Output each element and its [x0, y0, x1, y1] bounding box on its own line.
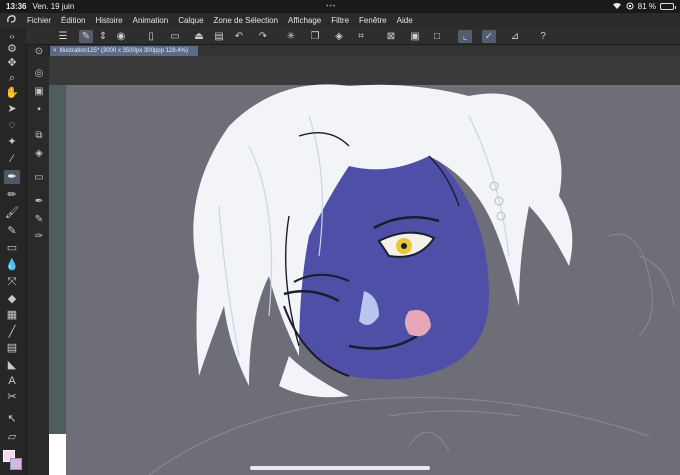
date: Ven. 19 juin — [32, 2, 75, 11]
new-file-icon[interactable]: ▯ — [144, 30, 158, 43]
transparent-color-icon[interactable]: ▱ — [4, 430, 20, 444]
document-tab-title: Illustration125* (3000 x 3500px 300ppp 1… — [59, 48, 188, 54]
multitasking-dots[interactable]: ••• — [326, 3, 336, 10]
close-tab-icon[interactable]: × — [53, 48, 57, 54]
subtool-settings-icon[interactable]: ⊙ — [31, 45, 47, 59]
eye-view-icon[interactable]: ◉ — [114, 30, 128, 43]
fill-bucket-icon[interactable]: ◆ — [4, 292, 20, 306]
document-tab-strip: × Illustration125* (3000 x 3500px 300ppp … — [50, 45, 680, 56]
selection-border-icon[interactable]: □ — [430, 30, 444, 43]
menu-histoire[interactable]: Histoire — [90, 16, 127, 25]
transform-icon[interactable]: ⤧ — [4, 275, 20, 289]
move-icon[interactable]: ✥ — [4, 56, 20, 70]
stepper-icon[interactable]: ⇕ — [96, 30, 110, 43]
frame-icon[interactable]: ▤ — [4, 341, 20, 355]
brush-icon[interactable]: 🖌 — [4, 206, 20, 220]
hand-icon[interactable]: ✋ — [4, 86, 20, 100]
perspective-ruler-icon[interactable]: ⊿ — [508, 30, 522, 43]
subtool-pen-b-icon[interactable]: ✎ — [31, 213, 47, 227]
lasso-icon[interactable]: ◌ — [4, 118, 20, 132]
undo-icon[interactable]: ↶ — [232, 30, 246, 43]
battery-icon — [660, 3, 676, 10]
balloon-icon[interactable]: ◣ — [4, 358, 20, 372]
blend-icon[interactable]: 💧 — [4, 258, 20, 272]
fill-icon[interactable]: ◈ — [332, 30, 346, 43]
menu-edition[interactable]: Édition — [56, 16, 90, 25]
menu-affichage[interactable]: Affichage — [283, 16, 326, 25]
text-icon[interactable]: A — [4, 374, 20, 388]
help-icon[interactable]: ? — [536, 30, 550, 43]
command-bar: ☰ ✎ ⇕ ◉ ▯ ▭ ⏏ ▤ ↶ ↷ ✳ ❐ ◈ ⌗ ⊠ ▣ □ ⌞ ✓ ⊿ … — [0, 28, 680, 45]
stroke-snap-icon[interactable]: ✓ — [482, 30, 496, 43]
save-icon[interactable]: ⏏ — [192, 30, 206, 43]
pen-tool-icon[interactable]: ✒ — [4, 170, 20, 184]
magic-wand-icon[interactable]: ✦ — [4, 135, 20, 149]
illustration — [148, 84, 675, 475]
clear-selection-icon[interactable]: ⊠ — [384, 30, 398, 43]
subtool-palette: ⊙ ◎ ▣ ▪ ⧉ ◈ ▭ ✒ ✎ ✑ — [26, 45, 49, 475]
menu-fichier[interactable]: Fichier — [22, 16, 56, 25]
gradient-icon[interactable]: ▦ — [4, 308, 20, 322]
battery-percent: 81 % — [637, 2, 656, 11]
document-tab[interactable]: × Illustration125* (3000 x 3500px 300ppp … — [50, 46, 198, 56]
ruler-snap-icon[interactable]: ⌞ — [458, 30, 472, 43]
wifi-icon — [612, 2, 622, 12]
edit-pen-icon[interactable]: ✎ — [79, 30, 93, 43]
redo-icon[interactable]: ↷ — [256, 30, 270, 43]
menu-bar: Fichier Édition Histoire Animation Calqu… — [0, 13, 680, 28]
hamburger-menu-icon[interactable]: ☰ — [56, 30, 70, 43]
settings-gear-icon[interactable]: ⚙ — [4, 42, 20, 56]
menu-calque[interactable]: Calque — [173, 16, 208, 25]
crop-icon[interactable]: ⌗ — [354, 30, 368, 43]
pencil-icon[interactable]: ✏ — [4, 188, 20, 202]
export-icon[interactable]: ▤ — [212, 30, 226, 43]
subtool-pen-c-icon[interactable]: ✑ — [31, 230, 47, 244]
spinner-icon[interactable]: ✳ — [284, 30, 298, 43]
rotation-lock-icon — [626, 2, 634, 12]
clock: 13:36 — [6, 2, 27, 11]
menu-fenetre[interactable]: Fenêtre — [354, 16, 392, 25]
line-icon[interactable]: ╱ — [4, 325, 20, 339]
correction-icon[interactable]: ✂ — [4, 390, 20, 404]
menu-animation[interactable]: Animation — [128, 16, 174, 25]
subtool-pen-a-icon[interactable]: ✒ — [31, 195, 47, 209]
copy-icon[interactable]: ❐ — [308, 30, 322, 43]
system-status-bar: 13:36 Ven. 19 juin ••• 81 % — [0, 0, 680, 13]
eyedropper-icon[interactable]: ⁄ — [4, 152, 20, 166]
menu-zone-selection[interactable]: Zone de Sélection — [209, 16, 284, 25]
subtool-folder-icon[interactable]: ▭ — [31, 171, 47, 185]
zoom-icon[interactable]: ⌕ — [4, 71, 20, 85]
subtool-layer-icon[interactable]: ▣ — [31, 85, 47, 99]
app-logo-icon[interactable] — [0, 14, 22, 27]
subtool-group-icon[interactable]: ◎ — [31, 67, 47, 81]
airbrush-icon[interactable]: ✎ — [4, 224, 20, 238]
subtool-layers-icon[interactable]: ◈ — [31, 147, 47, 161]
eraser-icon[interactable]: ▭ — [4, 241, 20, 255]
object-select-icon[interactable]: ➤ — [4, 102, 20, 116]
invert-selection-icon[interactable]: ▣ — [408, 30, 422, 43]
menu-aide[interactable]: Aide — [392, 16, 418, 25]
open-folder-icon[interactable]: ▭ — [168, 30, 182, 43]
menu-filtre[interactable]: Filtre — [326, 16, 354, 25]
subtool-stack-icon[interactable]: ⧉ — [31, 129, 47, 143]
tool-palette: ‹› ⚙ ✥ ⌕ ✋ ➤ ◌ ✦ ⁄ ✒ ✏ 🖌 ✎ ▭ 💧 ⤧ ◆ ▦ ╱ ▤… — [0, 28, 26, 475]
sub-color-swatch[interactable] — [10, 458, 22, 470]
select-arrow-icon[interactable]: ↖ — [4, 412, 20, 426]
subtool-square-icon[interactable]: ▪ — [31, 103, 47, 117]
canvas-area[interactable] — [49, 56, 680, 475]
home-indicator[interactable] — [250, 466, 430, 470]
